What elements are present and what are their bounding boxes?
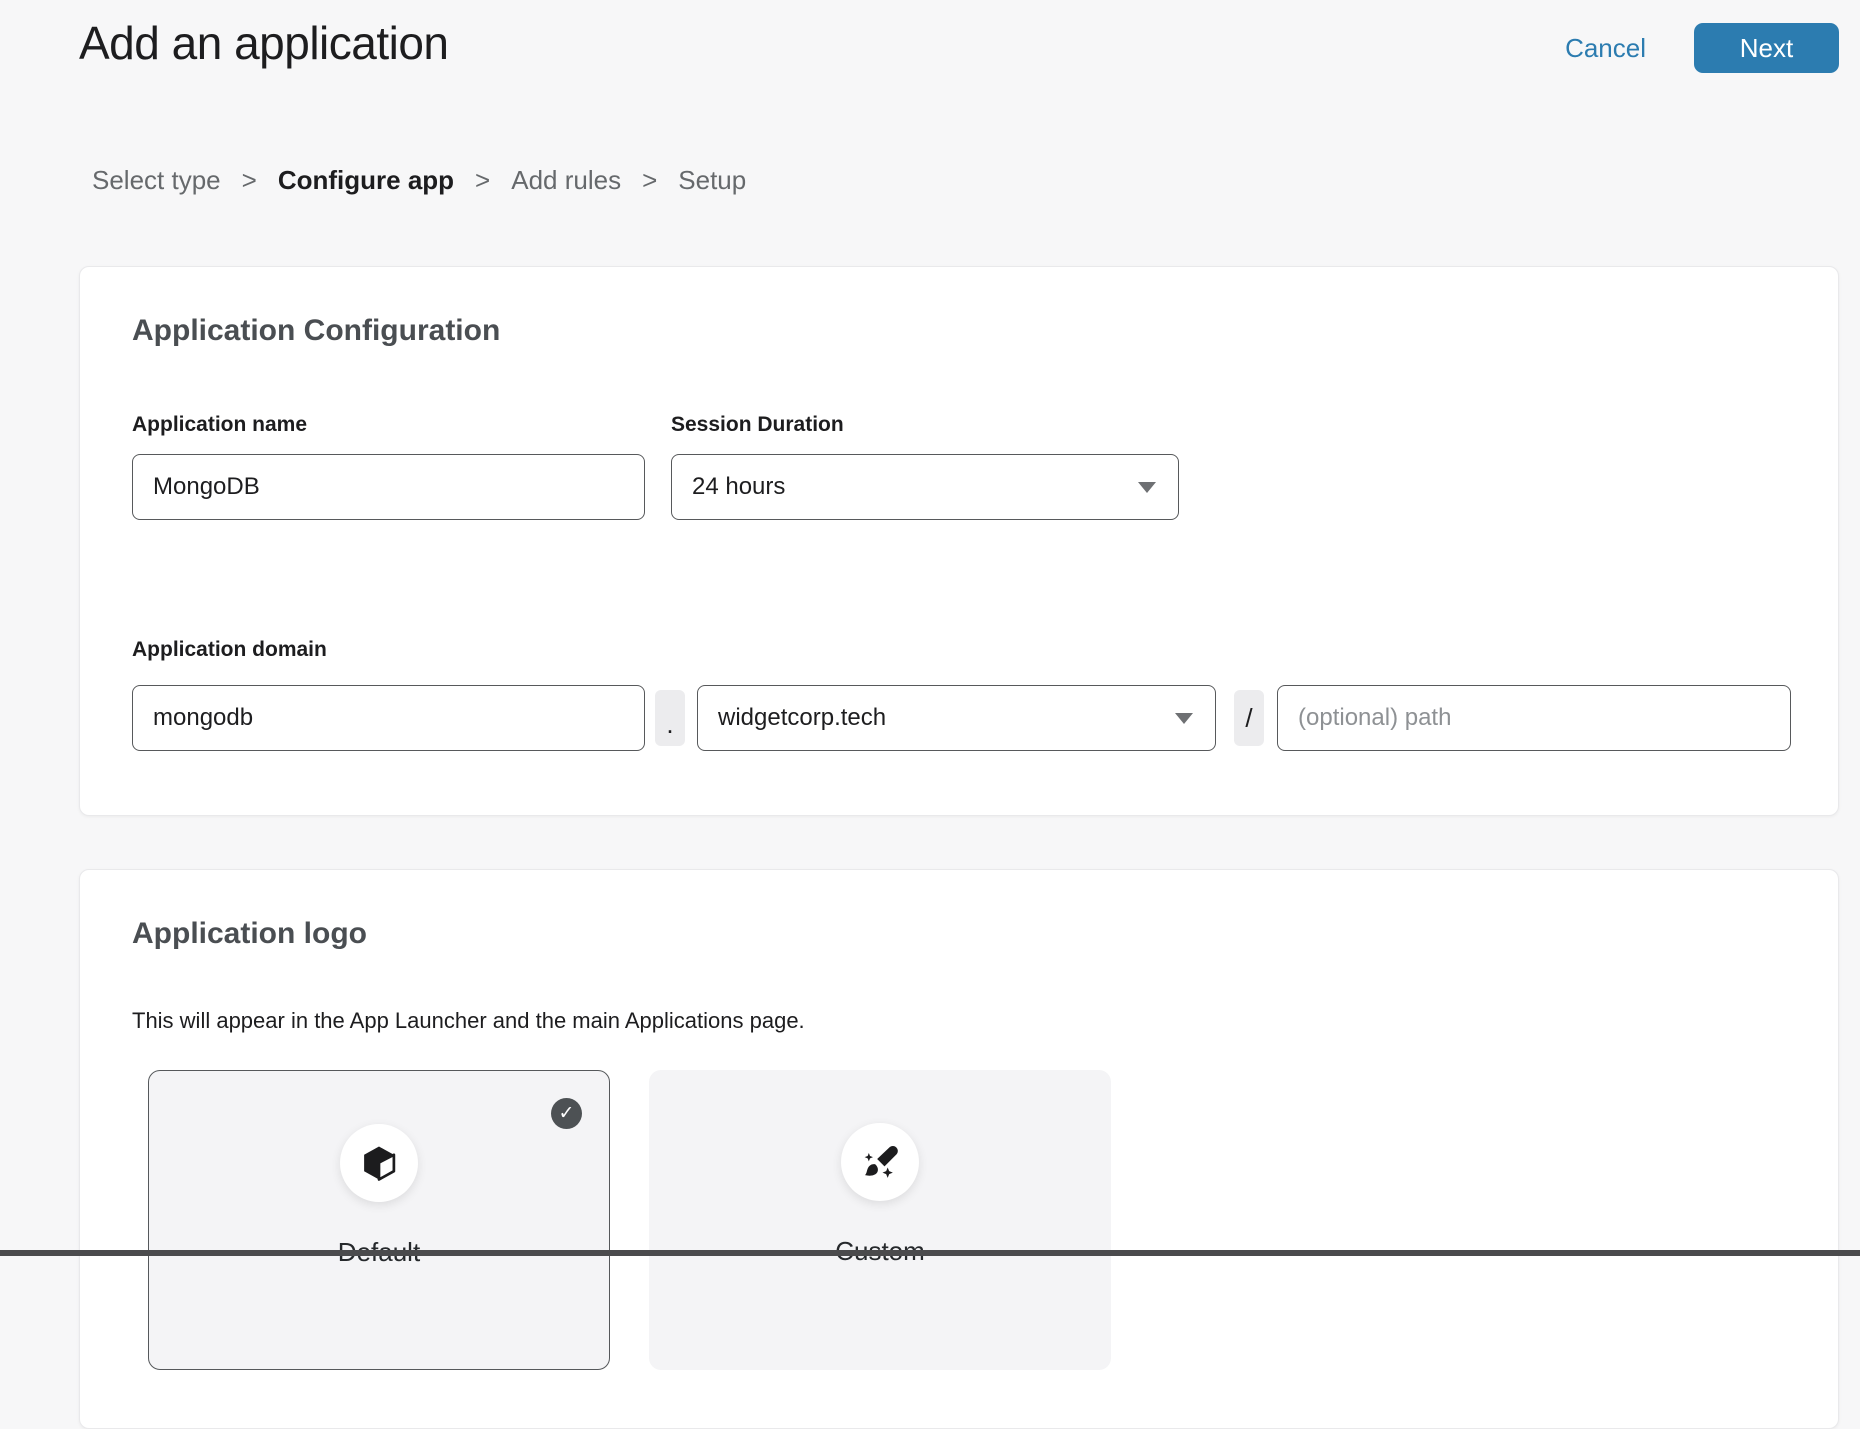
- domain-select[interactable]: widgetcorp.tech: [697, 685, 1216, 751]
- breadcrumb-separator: >: [242, 165, 257, 196]
- cancel-button[interactable]: Cancel: [1565, 33, 1646, 64]
- subdomain-input[interactable]: [132, 685, 645, 751]
- chevron-down-icon: [1138, 482, 1156, 493]
- breadcrumb-select-type[interactable]: Select type: [92, 165, 221, 196]
- domain-value: widgetcorp.tech: [718, 704, 886, 732]
- configuration-card-title: Application Configuration: [132, 314, 500, 348]
- logo-option-default[interactable]: ✓ Default: [148, 1070, 610, 1370]
- chevron-down-icon: [1175, 713, 1193, 724]
- window-bottom-edge: [0, 1250, 1860, 1256]
- domain-dot-separator: .: [655, 690, 685, 746]
- breadcrumb-separator: >: [475, 165, 490, 196]
- application-name-input[interactable]: [132, 454, 645, 520]
- breadcrumb-separator: >: [642, 165, 657, 196]
- domain-slash-separator: /: [1234, 690, 1264, 746]
- session-duration-label: Session Duration: [671, 413, 844, 437]
- session-duration-select[interactable]: 24 hours: [671, 454, 1179, 520]
- breadcrumb-add-rules[interactable]: Add rules: [511, 165, 621, 196]
- header-actions: Cancel Next: [1565, 23, 1839, 73]
- check-icon: ✓: [551, 1098, 582, 1129]
- path-input[interactable]: [1277, 685, 1791, 751]
- application-name-label: Application name: [132, 413, 307, 437]
- application-logo-card: Application logo This will appear in the…: [79, 869, 1839, 1429]
- logo-option-custom[interactable]: Custom: [649, 1070, 1111, 1370]
- application-domain-label: Application domain: [132, 638, 327, 662]
- breadcrumb-configure-app[interactable]: Configure app: [278, 165, 454, 196]
- breadcrumb: Select type > Configure app > Add rules …: [92, 165, 746, 196]
- page-title: Add an application: [79, 16, 449, 70]
- next-button[interactable]: Next: [1694, 23, 1839, 73]
- application-configuration-card: Application Configuration Application na…: [79, 266, 1839, 816]
- cube-icon: [340, 1124, 418, 1202]
- logo-card-description: This will appear in the App Launcher and…: [132, 1008, 805, 1034]
- logo-card-title: Application logo: [132, 917, 367, 951]
- breadcrumb-setup[interactable]: Setup: [678, 165, 746, 196]
- session-duration-value: 24 hours: [692, 473, 785, 501]
- logo-options: ✓ Default Custom: [148, 1070, 1111, 1370]
- paintbrush-icon: [841, 1123, 919, 1201]
